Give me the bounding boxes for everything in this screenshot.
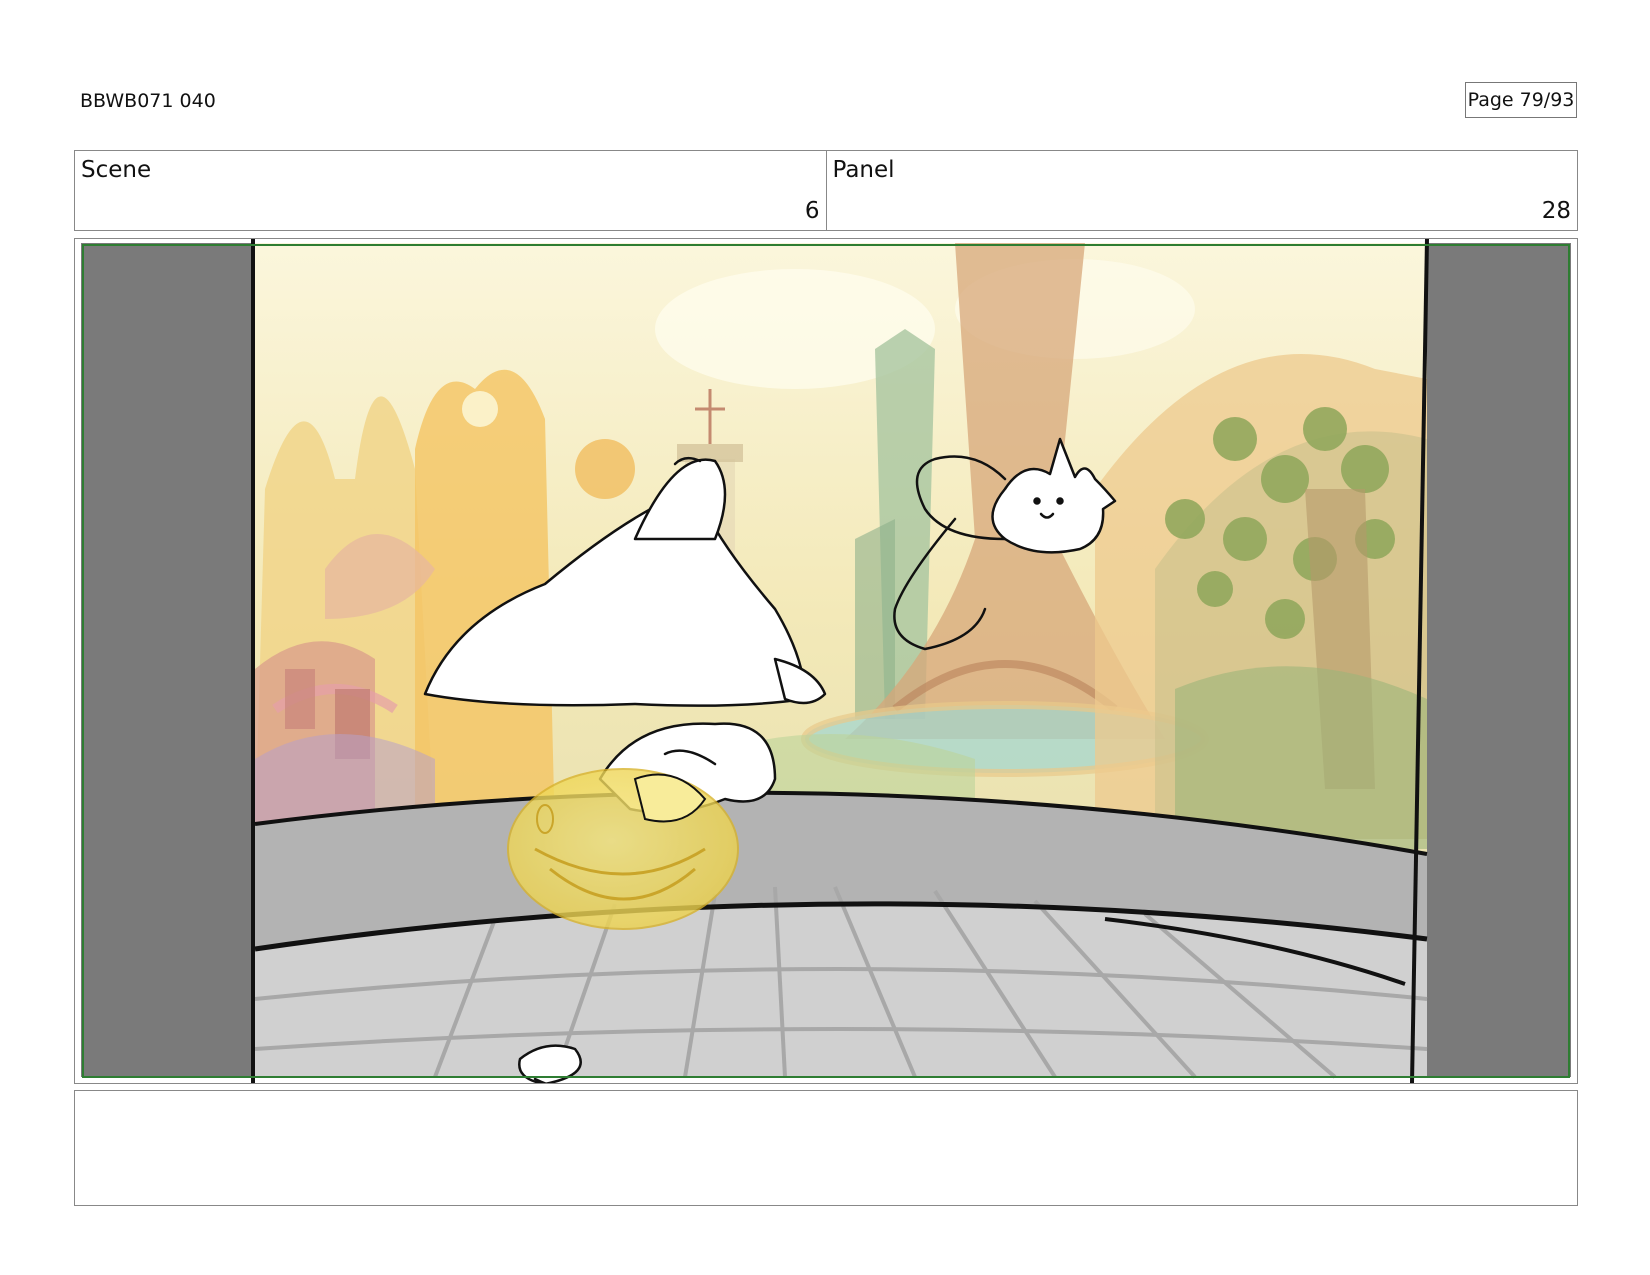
storyboard-frame bbox=[74, 238, 1578, 1084]
storyboard-drawing bbox=[81, 239, 1571, 1083]
scene-label: Scene bbox=[81, 157, 152, 183]
scene-number: 6 bbox=[804, 198, 820, 224]
panel-number: 28 bbox=[1541, 198, 1571, 224]
panel-cell: Panel 28 bbox=[825, 151, 1578, 230]
notes-box bbox=[74, 1090, 1578, 1206]
left-letterbox bbox=[81, 243, 253, 1077]
scene-panel-table: Scene 6 Panel 28 bbox=[74, 150, 1578, 231]
floor bbox=[255, 903, 1427, 1077]
page-label: Page 79/93 bbox=[1467, 89, 1575, 111]
page-indicator: Page 79/93 bbox=[1465, 82, 1577, 118]
panel-label: Panel bbox=[832, 157, 895, 183]
scene-cell: Scene 6 bbox=[75, 151, 826, 230]
background-painting bbox=[255, 243, 1427, 863]
yellow-bubble bbox=[507, 768, 739, 930]
right-letterbox bbox=[1427, 243, 1571, 1077]
document-id: BBWB071 040 bbox=[80, 90, 216, 112]
